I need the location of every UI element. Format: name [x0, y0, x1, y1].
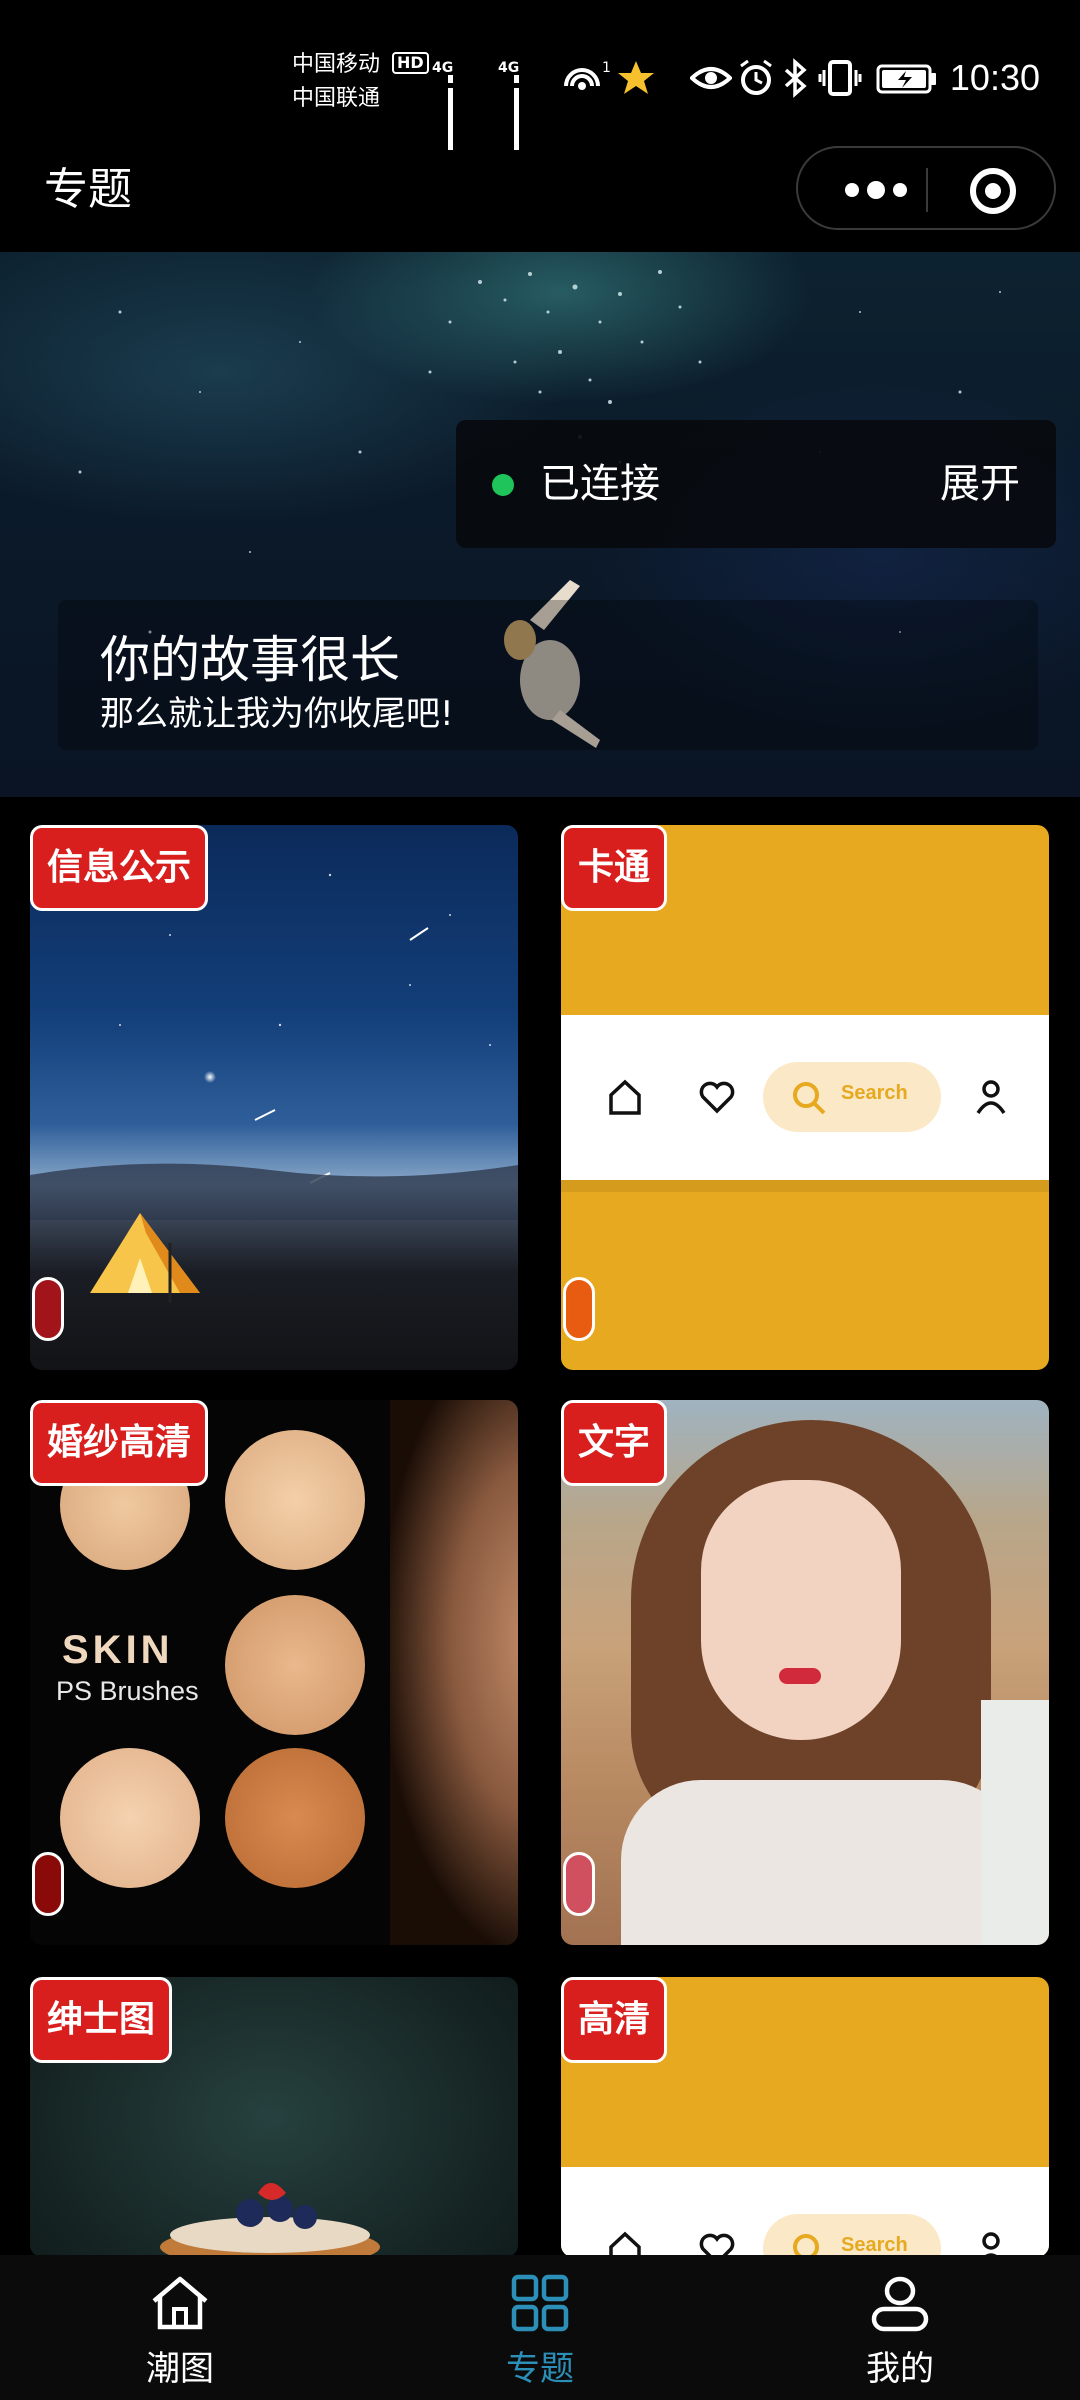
card-tag: 文字: [561, 1400, 668, 1486]
eye-icon: [690, 67, 732, 89]
bluetooth-icon: [784, 58, 807, 98]
ui-preview-navbar-image: Search: [561, 1015, 1049, 1180]
card-indicator-pill: [563, 1277, 595, 1341]
expand-button[interactable]: 展开: [940, 456, 1020, 512]
skin-swatch: [225, 1595, 365, 1735]
skin-swatch: [225, 1748, 365, 1888]
card-indicator-pill: [32, 1277, 64, 1341]
portrait-face-image: [701, 1480, 901, 1740]
face-image: [390, 1400, 518, 1945]
card-indicator-pill: [32, 1852, 64, 1916]
topic-card-4[interactable]: 文字: [561, 1400, 1049, 1945]
search-icon: [793, 1082, 826, 1115]
user-icon: [982, 2232, 1000, 2257]
tab-label: 专题: [506, 2349, 574, 2389]
search-pill: Search: [763, 2214, 941, 2257]
tab-label: 潮图: [146, 2349, 214, 2389]
topic-card-5[interactable]: 绅士图: [30, 1977, 518, 2257]
image-title: SKIN: [62, 1628, 174, 1672]
hotspot-count: 1: [602, 60, 611, 76]
home-icon: [609, 1079, 641, 1115]
tab-topics[interactable]: 专题: [440, 2255, 640, 2400]
topic-card-6[interactable]: Search 高清: [561, 1977, 1049, 2257]
home-icon: [152, 2276, 208, 2330]
more-menu-icon[interactable]: [828, 170, 924, 210]
battery-icon: [876, 64, 936, 94]
table-image: [981, 1700, 1049, 1945]
page-title: 专题: [44, 164, 132, 215]
connection-toast[interactable]: 已连接 展开: [456, 420, 1056, 548]
card-tag: 卡通: [561, 825, 668, 911]
capsule-divider: [926, 168, 928, 212]
heart-icon: [699, 1081, 735, 1114]
user-icon: [976, 1080, 1006, 1115]
tab-label: 我的: [866, 2349, 934, 2389]
portrait-dress-image: [621, 1780, 1021, 1945]
topic-card-1[interactable]: 信息公示: [30, 825, 518, 1370]
status-bar: 中国移动 中国联通 HD 4G 4G 1 10:30: [0, 0, 1080, 150]
ui-preview-navbar-image: Search: [561, 2167, 1049, 2257]
bottom-tab-bar: 潮图 专题 我的: [0, 2255, 1080, 2400]
tab-trending[interactable]: 潮图: [80, 2255, 280, 2400]
banner-title: 你的故事很长: [100, 631, 400, 689]
carrier-2: 中国联通: [292, 86, 381, 111]
search-label: Search: [841, 2234, 908, 2256]
card-shadow: [561, 1180, 1049, 1192]
card-tag: 高清: [561, 1977, 668, 2063]
mini-program-capsule: [796, 146, 1056, 230]
user-icon: [871, 2276, 929, 2332]
portrait-lips: [779, 1668, 821, 1684]
card-tag: 婚纱高清: [30, 1400, 209, 1486]
star-icon: [618, 61, 654, 94]
skin-swatch: [60, 1748, 200, 1888]
card-indicator-pill: [563, 1852, 595, 1916]
search-icon: [793, 2234, 819, 2257]
hotspot-icon: 1: [564, 60, 611, 90]
home-icon: [609, 2231, 641, 2257]
search-label: Search: [841, 1082, 908, 1104]
skin-swatch: [225, 1430, 365, 1570]
vibrate-icon: [818, 60, 862, 96]
alarm-icon: [740, 59, 772, 95]
clock-time: 10:30: [949, 57, 1040, 98]
connected-status-dot: [492, 474, 514, 496]
carrier-labels: 中国移动 中国联通: [292, 48, 380, 116]
close-mini-program-icon[interactable]: [968, 166, 1018, 216]
hd-badge: HD: [392, 52, 429, 74]
search-pill: Search: [763, 1062, 941, 1132]
connection-status-text: 已连接: [540, 461, 660, 507]
carrier-1: 中国移动: [292, 52, 381, 77]
tent-image: [90, 1213, 200, 1303]
tab-profile[interactable]: 我的: [800, 2255, 1000, 2400]
heart-icon: [699, 2233, 735, 2257]
topic-card-2[interactable]: Search 卡通: [561, 825, 1049, 1370]
banner-subtitle: 那么就让我为你收尾吧!: [100, 694, 454, 734]
topic-card-3[interactable]: SKIN PS Brushes 婚纱高清: [30, 1400, 518, 1945]
grid-icon: [511, 2274, 569, 2332]
image-subtitle: PS Brushes: [56, 1676, 199, 1706]
pancake-image: [160, 2183, 380, 2257]
card-tag: 绅士图: [30, 1977, 173, 2063]
card-tag: 信息公示: [30, 825, 209, 911]
